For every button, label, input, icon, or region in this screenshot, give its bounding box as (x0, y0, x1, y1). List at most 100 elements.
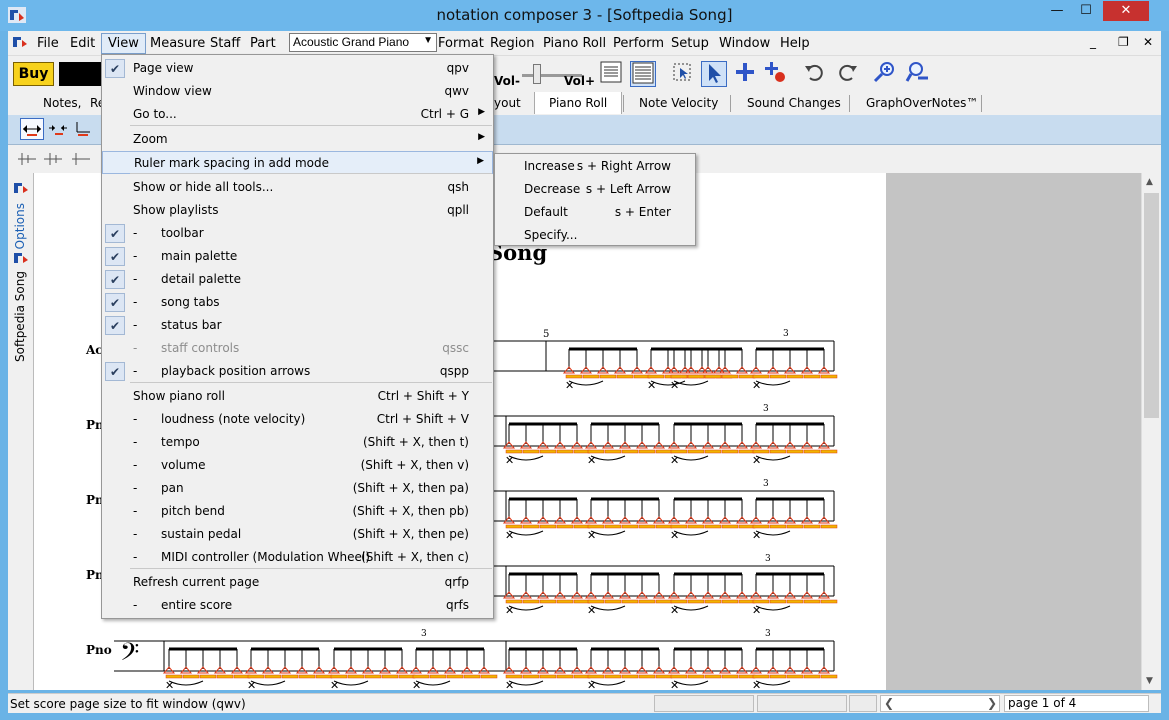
velocity-bar (752, 674, 770, 679)
view-menu-item-sustain-pedal[interactable]: - sustain pedal (Shift + X, then pe) (102, 523, 493, 546)
detail-tool-icon[interactable] (42, 150, 64, 171)
tab-separator (849, 95, 850, 112)
buy-button[interactable]: Buy (13, 62, 54, 86)
redo-icon[interactable] (835, 61, 861, 87)
velocity-bar (655, 599, 673, 604)
vertical-scrollbar[interactable]: ▲ ▼ (1141, 173, 1161, 690)
view-menu-item-window-view[interactable]: Window view qwv (102, 80, 493, 103)
tab-notes[interactable]: Notes, (43, 96, 81, 110)
menu-view[interactable]: View (101, 33, 146, 54)
mdi-close-button[interactable]: ✕ (1143, 35, 1153, 49)
tab-graph-over-notes[interactable]: GraphOverNotes™ (866, 96, 978, 110)
view-menu-item-show-or-hide-all-tools[interactable]: Show or hide all tools... qsh (102, 176, 493, 199)
volume-up-label[interactable]: Vol+ (564, 74, 595, 88)
menu-region[interactable]: Region (490, 36, 535, 51)
submenu-arrow-icon: ▶ (477, 156, 484, 166)
view-menu-item-detail-palette[interactable]: ✔ - detail palette (102, 268, 493, 291)
view-menu-item-status-bar[interactable]: ✔ - status bar (102, 314, 493, 337)
mdi-minimize-button[interactable]: _ (1090, 35, 1096, 49)
zoom-in-icon[interactable] (871, 61, 897, 87)
scroll-up-icon[interactable]: ▲ (1146, 177, 1153, 187)
velocity-bar (638, 674, 656, 679)
velocity-bar (522, 449, 540, 454)
close-button[interactable]: ✕ (1103, 1, 1149, 21)
view-menu-item-zoom[interactable]: Zoom ▶ (102, 128, 493, 151)
menu-edit[interactable]: Edit (70, 36, 95, 51)
arrow-pointer-icon[interactable] (701, 61, 727, 87)
menu-help[interactable]: Help (780, 36, 810, 51)
palette-narrow-icon[interactable] (46, 118, 70, 140)
ruler-submenu-item-decrease[interactable]: Decrease s + Left Arrow (495, 178, 695, 201)
page-view-icon[interactable] (598, 61, 624, 87)
menu-file[interactable]: File (37, 36, 59, 51)
view-menu-item-volume[interactable]: - volume (Shift + X, then v) (102, 454, 493, 477)
menu-format[interactable]: Format (438, 36, 484, 51)
tab-piano-roll[interactable]: Piano Roll (534, 92, 623, 114)
view-menu-item-midi-controller-modulation-wheel[interactable]: - MIDI controller (Modulation Wheel) (Shif… (102, 546, 493, 569)
view-menu-item-entire-score[interactable]: - entire score qrfs (102, 594, 493, 617)
volume-down-label[interactable]: Vol- (494, 74, 520, 88)
menu-part[interactable]: Part (250, 36, 276, 51)
tab-softpedia-song[interactable]: Softpedia Song (13, 271, 27, 362)
ruler-submenu-item-specify[interactable]: Specify... (495, 224, 695, 247)
palette-pedal-icon[interactable] (71, 118, 95, 140)
tab-sound-changes[interactable]: Sound Changes (747, 96, 841, 110)
minimize-button[interactable]: — (1043, 1, 1071, 21)
instrument-select-value: Acoustic Grand Piano (293, 35, 410, 49)
ruler-submenu-item-increase[interactable]: Increase s + Right Arrow (495, 155, 695, 178)
position-display (59, 62, 103, 86)
view-menu-item-refresh-current-page[interactable]: Refresh current page qrfp (102, 571, 493, 594)
page-next-icon[interactable]: ❯ (987, 696, 997, 710)
view-menu-item-loudness-note-velocity[interactable]: - loudness (note velocity) Ctrl + Shift + … (102, 408, 493, 431)
velocity-bar (556, 524, 574, 529)
view-menu-item-show-piano-roll[interactable]: Show piano roll Ctrl + Shift + Y (102, 385, 493, 408)
velocity-bar (786, 599, 804, 604)
view-menu-item-main-palette[interactable]: ✔ - main palette (102, 245, 493, 268)
menu-setup[interactable]: Setup (671, 36, 709, 51)
menu-perform[interactable]: Perform (613, 36, 664, 51)
menu-item-shortcut: Ctrl + Shift + Y (377, 389, 469, 403)
view-menu-item-song-tabs[interactable]: ✔ - song tabs (102, 291, 493, 314)
tab-options[interactable]: Options (13, 203, 27, 249)
note-x-mark: ✕ (505, 679, 514, 690)
view-menu-item-page-view[interactable]: ✔ Page view qpv (102, 57, 493, 80)
page-prev-icon[interactable]: ❮ (884, 696, 894, 710)
instrument-select[interactable]: Acoustic Grand Piano ▼ (289, 33, 437, 52)
scroll-thumb[interactable] (1144, 193, 1159, 418)
undo-icon[interactable] (801, 61, 827, 87)
palette-spacing-icon[interactable] (20, 118, 44, 140)
menu-staff[interactable]: Staff (210, 36, 240, 51)
select-region-icon[interactable] (670, 61, 696, 87)
view-menu-item-go-to[interactable]: Go to... Ctrl + G ▶ (102, 103, 493, 126)
view-menu-item-tempo[interactable]: - tempo (Shift + X, then t) (102, 431, 493, 454)
window-view-icon[interactable] (630, 61, 656, 87)
view-menu-item-playback-position-arrows[interactable]: ✔ - playback position arrows qspp (102, 360, 493, 383)
add-note-icon[interactable] (732, 61, 758, 87)
view-menu-item-toolbar[interactable]: ✔ - toolbar (102, 222, 493, 245)
menu-piano-roll[interactable]: Piano Roll (543, 36, 606, 51)
check-icon: ✔ (105, 293, 125, 312)
volume-slider-thumb[interactable] (533, 64, 541, 84)
zoom-out-icon[interactable] (904, 61, 930, 87)
tab-note-velocity[interactable]: Note Velocity (639, 96, 718, 110)
velocity-bar (539, 599, 557, 604)
tab-layout[interactable]: yout (494, 96, 521, 110)
mdi-restore-button[interactable]: ❐ (1118, 35, 1129, 49)
view-menu-item-show-playlists[interactable]: Show playlists qpll (102, 199, 493, 222)
velocity-bar (556, 449, 574, 454)
view-menu-item-pan[interactable]: - pan (Shift + X, then pa) (102, 477, 493, 500)
menu-window[interactable]: Window (719, 36, 770, 51)
add-record-icon[interactable] (762, 61, 788, 87)
detail-tool-icon[interactable] (70, 150, 92, 171)
page-scroller[interactable]: ❮ ❯ (880, 695, 1000, 712)
view-menu-item-pitch-bend[interactable]: - pitch bend (Shift + X, then pb) (102, 500, 493, 523)
menu-item-label: playback position arrows (161, 364, 311, 378)
detail-tool-icon[interactable] (16, 150, 38, 171)
scroll-down-icon[interactable]: ▼ (1146, 676, 1153, 686)
menu-bar: File Edit View Measure Staff Part Acoust… (8, 31, 1161, 55)
maximize-button[interactable]: ☐ (1072, 1, 1100, 21)
ruler-submenu-item-default[interactable]: Default s + Enter (495, 201, 695, 224)
velocity-bar (264, 674, 282, 679)
menu-measure[interactable]: Measure (150, 36, 205, 51)
view-menu-item-ruler-mark-spacing-in-add-mode[interactable]: Ruler mark spacing in add mode ▶ (102, 151, 493, 174)
